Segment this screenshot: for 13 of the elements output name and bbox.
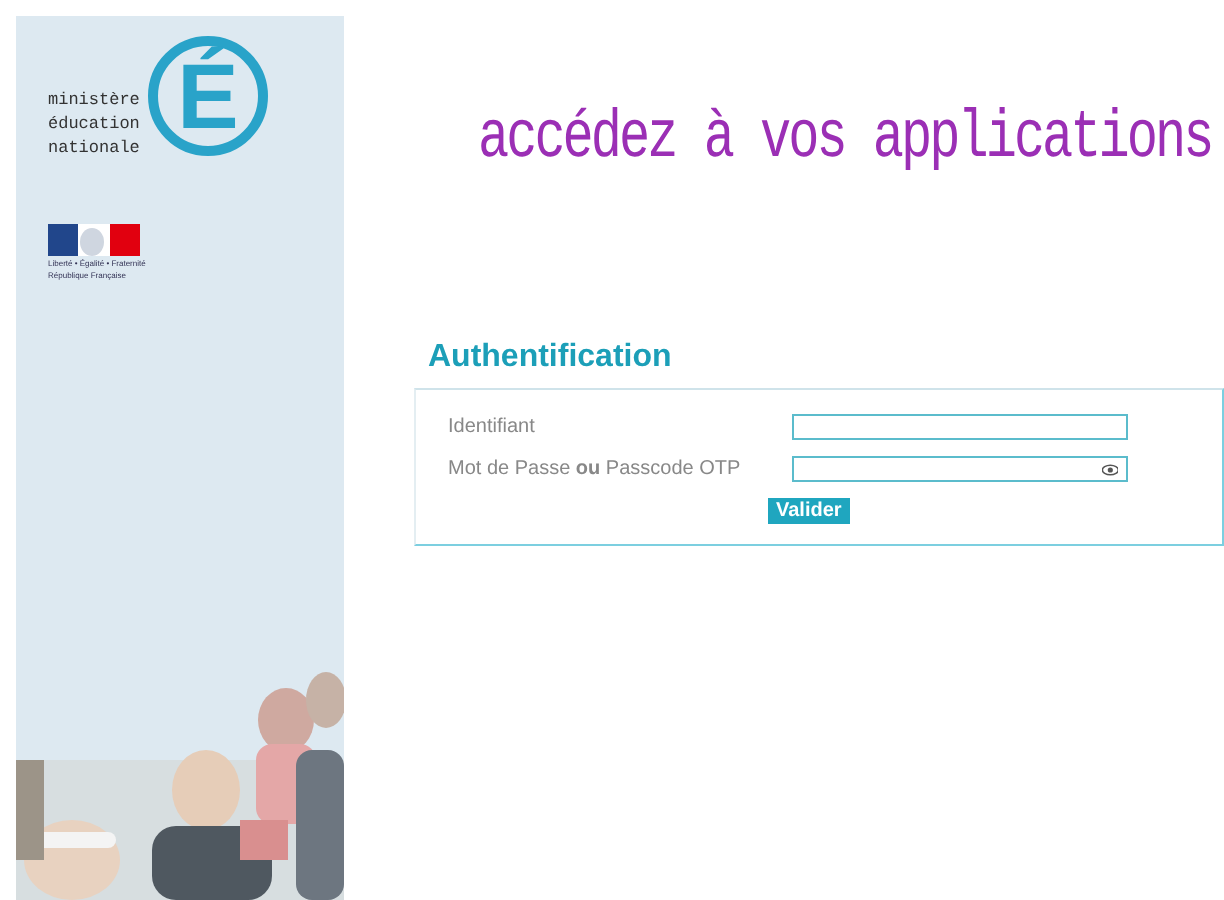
input-field[interactable]	[792, 414, 1128, 440]
password-field[interactable]	[792, 456, 1128, 482]
section-title: Authentification	[428, 340, 674, 376]
ministry-text: nationale	[48, 136, 140, 160]
headline: accédez à vos applications	[478, 99, 1214, 177]
field-label: Identifiant	[448, 416, 537, 438]
logo-letter: É	[148, 36, 268, 156]
submit-button[interactable]: Valider	[768, 498, 850, 524]
flag-icon	[48, 224, 140, 256]
field-label: Mot de Passe ou Passcode OTP	[448, 458, 743, 480]
ministry-text: ministère	[48, 88, 140, 112]
ministry-text: éducation	[48, 112, 140, 136]
eye-icon[interactable]	[1101, 463, 1118, 475]
